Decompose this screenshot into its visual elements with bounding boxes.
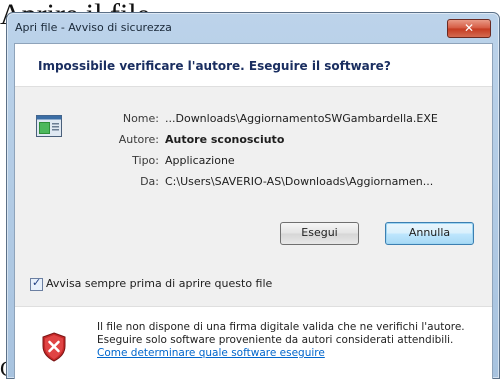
info-line-1: Il file non dispone di una firma digital… <box>97 321 465 333</box>
always-warn-checkbox[interactable]: ✓ <box>30 276 43 291</box>
security-warning-window: Apri file - Avviso di sicurezza ✕ Imposs… <box>6 12 500 380</box>
close-button[interactable]: ✕ <box>447 19 491 38</box>
from-value: C:\Users\SAVERIO-AS\Downloads\Aggiorname… <box>165 175 434 188</box>
type-label: Tipo: <box>132 154 159 167</box>
help-link[interactable]: Come determinare quale software eseguire <box>97 347 487 360</box>
author-value: Autore sconosciuto <box>165 133 285 146</box>
checkmark-icon: ✓ <box>32 276 42 289</box>
info-message: Il file non dispone di una firma digital… <box>97 321 487 360</box>
from-label: Da: <box>140 175 159 188</box>
always-warn-label[interactable]: Avvisa sempre prima di aprire questo fil… <box>46 277 272 290</box>
cancel-button[interactable]: Annulla <box>385 222 474 245</box>
type-value: Applicazione <box>165 154 235 167</box>
close-icon: ✕ <box>463 21 475 35</box>
window-title: Apri file - Avviso di sicurezza <box>15 21 172 34</box>
dialog-client-area: Impossibile verificare l'autore. Eseguir… <box>14 43 493 380</box>
info-line-2: Eseguire solo software proveniente da au… <box>97 334 454 346</box>
run-button[interactable]: Esegui <box>280 222 359 245</box>
application-icon <box>36 115 62 137</box>
author-label: Autore: <box>118 133 159 146</box>
security-shield-icon <box>42 332 66 362</box>
name-label: Nome: <box>122 112 159 125</box>
name-value: ...Downloads\AggiornamentoSWGambardella.… <box>165 112 438 125</box>
info-band: Il file non dispone di una firma digital… <box>15 306 492 380</box>
dialog-heading: Impossibile verificare l'autore. Eseguir… <box>38 59 391 73</box>
header-band: Impossibile verificare l'autore. Eseguir… <box>15 44 492 87</box>
title-bar[interactable]: Apri file - Avviso di sicurezza ✕ <box>7 13 499 43</box>
